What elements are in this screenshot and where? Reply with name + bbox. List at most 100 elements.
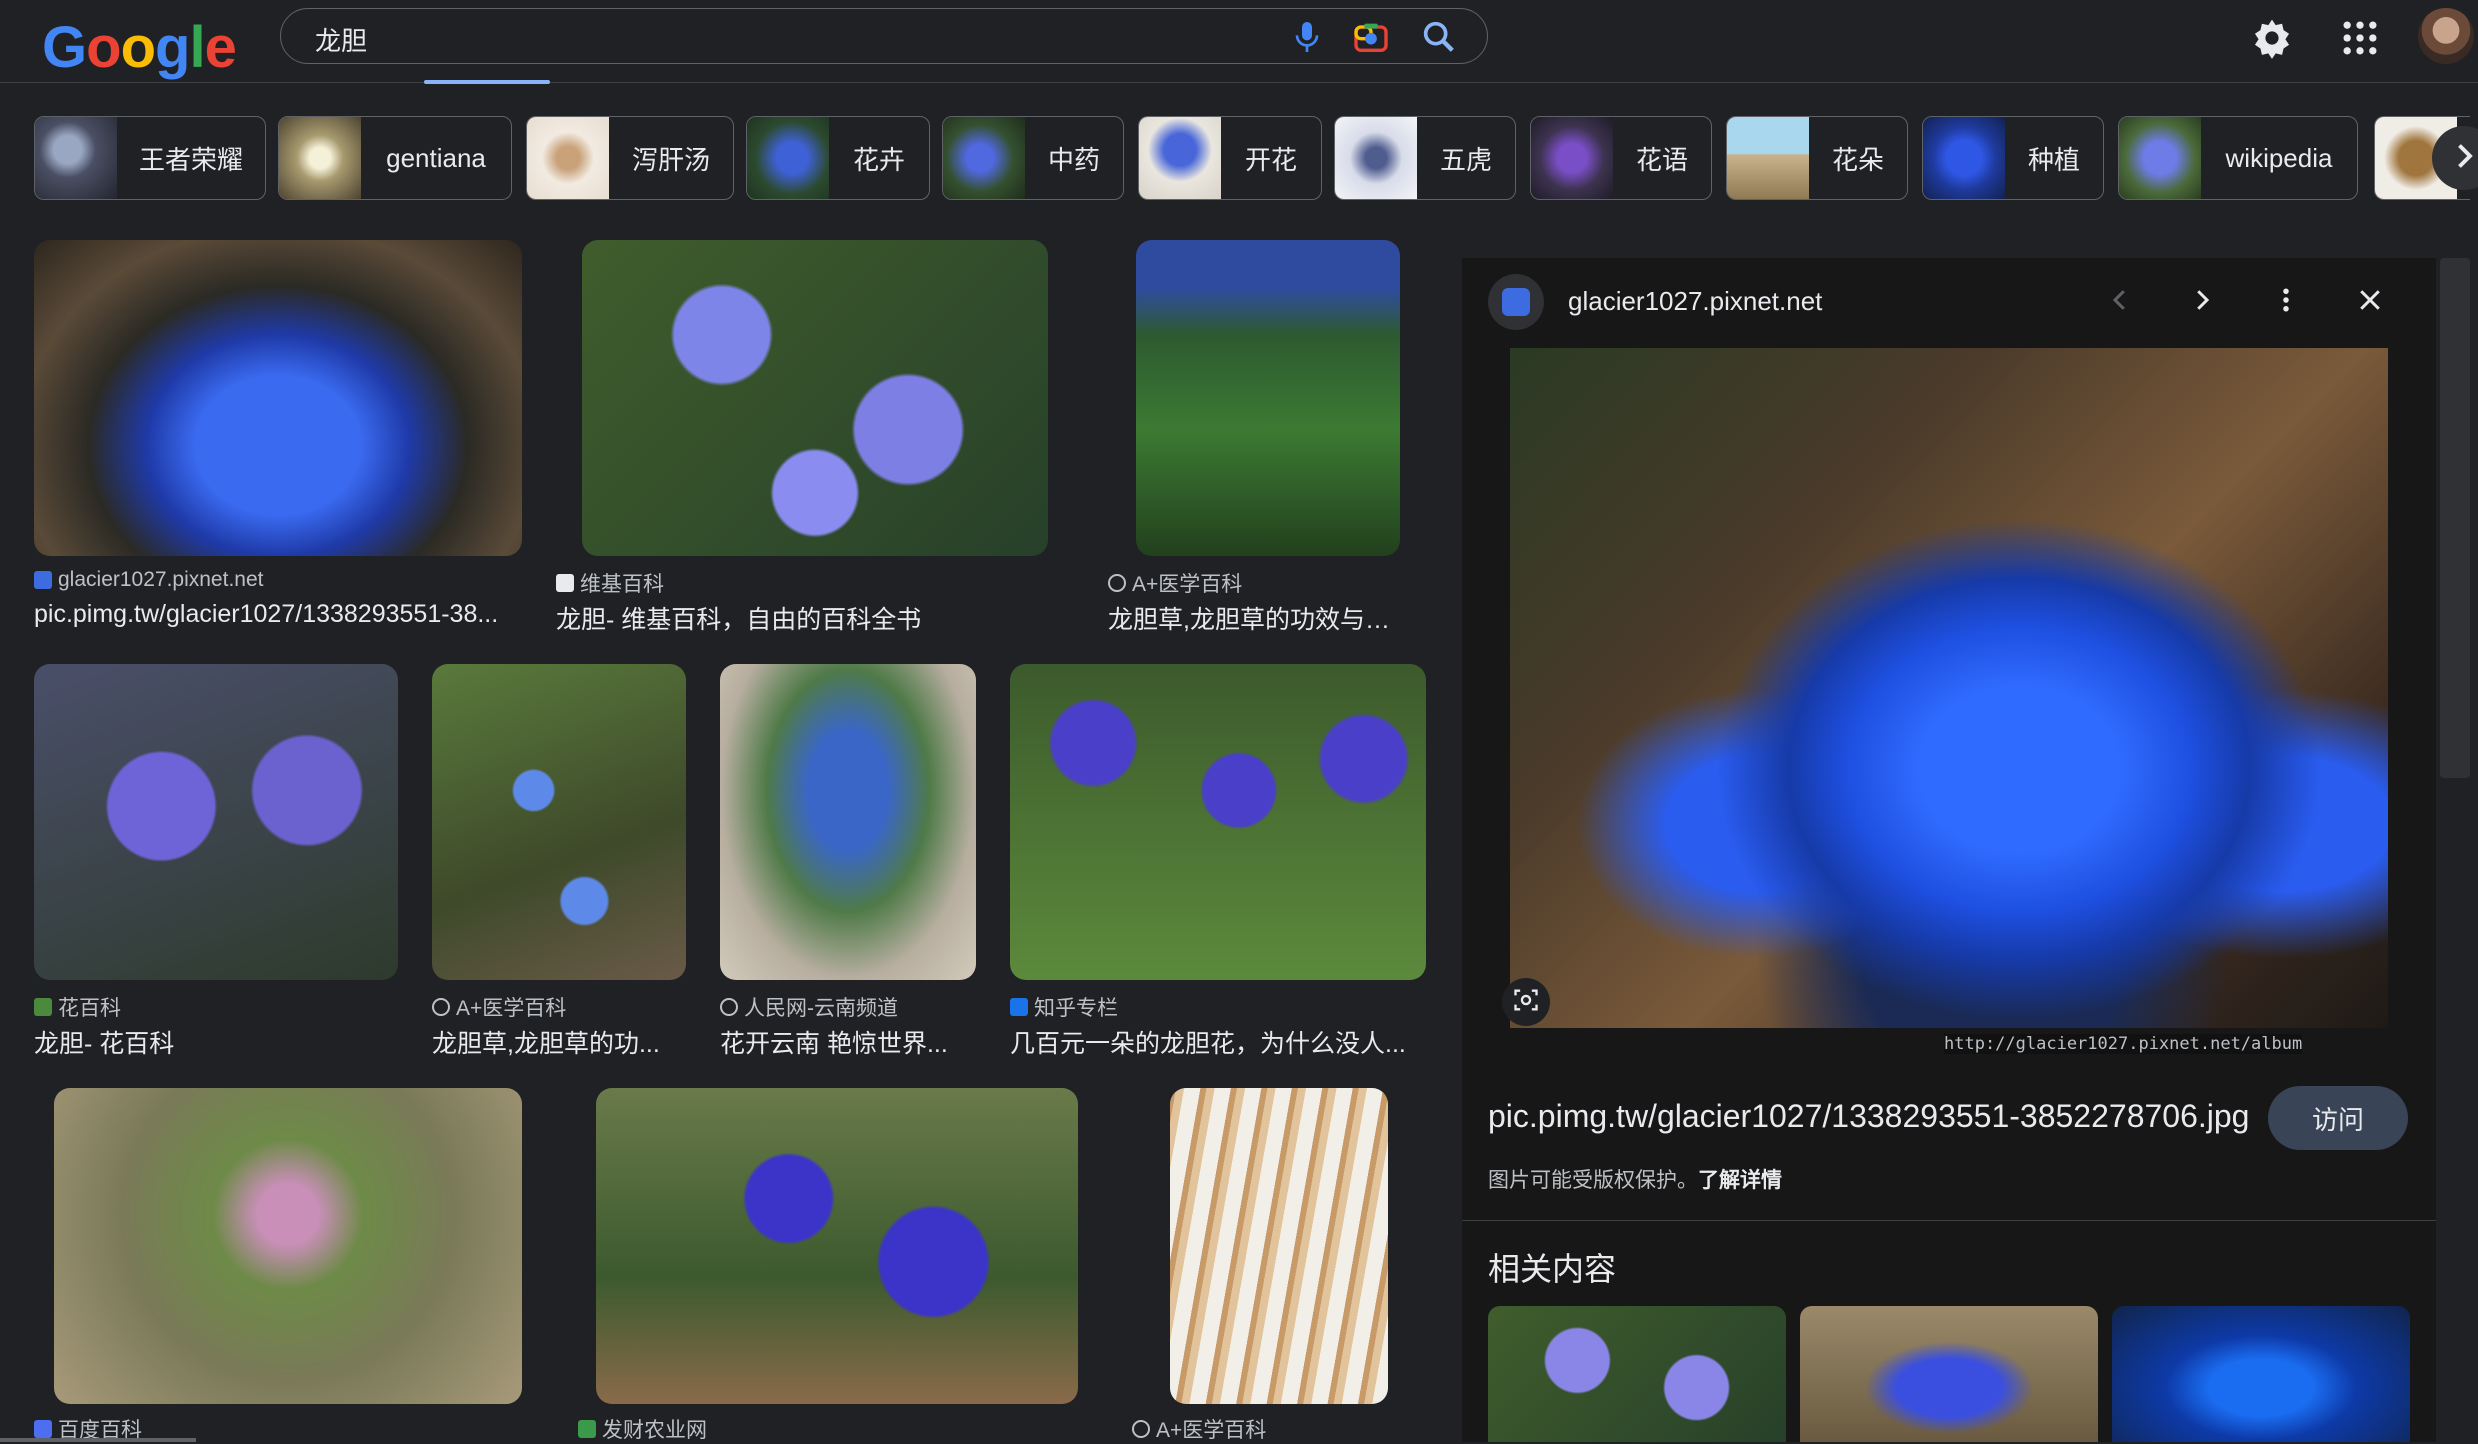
chip-huaduo[interactable]: 花朵 — [1726, 116, 1908, 200]
preview-site-name[interactable]: glacier1027.pixnet.net — [1568, 286, 1822, 317]
search-icon[interactable] — [1419, 17, 1459, 57]
result-source-label: 发财农业网 — [602, 1419, 707, 1442]
next-image-button[interactable] — [2180, 280, 2224, 324]
chip-huahui[interactable]: 花卉 — [746, 116, 930, 200]
chip-label: 五虎 — [1439, 144, 1492, 175]
logo-letter: l — [189, 15, 205, 80]
result-title[interactable]: 龙胆- 花百科 — [34, 1024, 394, 1060]
site-favicon-icon — [720, 998, 738, 1016]
chip-wikipedia[interactable]: wikipedia — [2118, 116, 2358, 200]
result-image[interactable] — [1170, 1088, 1388, 1404]
result-image[interactable] — [1136, 240, 1400, 556]
logo-letter: o — [86, 15, 121, 80]
site-favicon-icon — [578, 1420, 596, 1438]
more-options-button[interactable] — [2264, 280, 2308, 324]
result-image[interactable] — [432, 664, 686, 980]
site-favicon — [1488, 274, 1544, 330]
result-source[interactable]: 人民网-云南频道 — [720, 992, 898, 1022]
result-source-label: 维基百科 — [580, 573, 664, 596]
related-image[interactable] — [2112, 1306, 2410, 1442]
chip-label: 种植 — [2027, 144, 2080, 175]
prev-image-button[interactable] — [2098, 280, 2142, 324]
result-source[interactable]: A+医学百科 — [1132, 1414, 1266, 1444]
chip-wuhu[interactable]: 五虎 — [1334, 116, 1516, 200]
related-image[interactable] — [1488, 1306, 1786, 1442]
result-source[interactable]: 维基百科 — [556, 568, 664, 598]
result-image[interactable] — [596, 1088, 1078, 1404]
close-panel-button[interactable] — [2348, 280, 2392, 324]
chip-zhongyao[interactable]: 中药 — [942, 116, 1124, 200]
result-title[interactable]: pic.pimg.tw/glacier1027/1338293551-38... — [34, 600, 524, 629]
site-favicon-icon — [432, 998, 450, 1016]
chip-huayu[interactable]: 花语 — [1530, 116, 1712, 200]
result-image[interactable] — [34, 240, 522, 556]
horizontal-scrollbar[interactable] — [0, 1438, 196, 1442]
visit-button[interactable]: 访问 — [2268, 1086, 2408, 1150]
image-watermark: http://glacier1027.pixnet.net/album — [1944, 1034, 2303, 1054]
chip-label: 花卉 — [852, 144, 905, 175]
chip-thumbnail — [1139, 117, 1221, 199]
related-image[interactable] — [1800, 1306, 2098, 1442]
result-source-label: A+医学百科 — [456, 997, 567, 1020]
chevron-right-icon — [2187, 285, 2217, 320]
lens-search-button[interactable] — [1502, 978, 1550, 1026]
site-favicon-icon — [34, 998, 52, 1016]
result-source[interactable]: A+医学百科 — [432, 992, 566, 1022]
result-title[interactable]: 几百元一朵的龙胆花，为什么没人... — [1010, 1024, 1420, 1060]
result-source[interactable]: A+医学百科 — [1108, 568, 1242, 598]
search-input[interactable]: 龙胆 — [315, 21, 367, 58]
copyright-text: 图片可能受版权保护。 — [1488, 1169, 1698, 1192]
preview-image-url[interactable]: pic.pimg.tw/glacier1027/1338293551-38522… — [1488, 1098, 2249, 1135]
site-favicon-icon — [34, 571, 52, 589]
result-source-label: A+医学百科 — [1156, 1419, 1267, 1442]
chip-thumbnail — [35, 117, 117, 199]
result-source-label: 花百科 — [58, 997, 121, 1020]
result-source-label: 人民网-云南频道 — [744, 997, 898, 1020]
result-source[interactable]: glacier1027.pixnet.net — [34, 568, 263, 592]
close-icon — [2355, 285, 2385, 320]
result-image[interactable] — [720, 664, 976, 980]
search-box[interactable]: 龙胆 — [280, 8, 1488, 64]
result-title[interactable]: 花开云南 艳惊世界... — [720, 1024, 976, 1060]
gear-icon[interactable] — [2250, 16, 2294, 60]
chip-wangzherongyao[interactable]: 王者荣耀 — [34, 116, 266, 200]
result-image[interactable] — [1010, 664, 1426, 980]
learn-more-link[interactable]: 了解详情 — [1698, 1169, 1782, 1192]
logo-letter: g — [155, 15, 190, 80]
chip-thumbnail — [527, 117, 609, 199]
wikipedia-icon — [556, 574, 574, 592]
panel-scrollbar[interactable] — [2440, 258, 2470, 778]
result-title[interactable]: 龙胆- 维基百科，自由的百科全书 — [556, 600, 1056, 636]
chip-zhongzhi[interactable]: 种植 — [1922, 116, 2104, 200]
chip-gentiana[interactable]: gentiana — [278, 116, 512, 200]
result-image[interactable] — [54, 1088, 522, 1404]
avatar[interactable] — [2418, 8, 2474, 64]
result-source[interactable]: 知乎专栏 — [1010, 992, 1118, 1022]
result-image[interactable] — [582, 240, 1048, 556]
chip-label: 泻肝汤 — [631, 144, 710, 175]
images-tab-indicator — [424, 80, 550, 84]
panel-divider — [1462, 1220, 2436, 1221]
result-image[interactable] — [34, 664, 398, 980]
mic-icon[interactable] — [1287, 17, 1327, 57]
chip-kaihua[interactable]: 开花 — [1138, 116, 1322, 200]
result-source[interactable]: 花百科 — [34, 992, 121, 1022]
chip-xieganyang[interactable]: 泻肝汤 — [526, 116, 734, 200]
chip-thumbnail — [1727, 117, 1809, 199]
related-heading: 相关内容 — [1488, 1251, 1617, 1287]
result-title[interactable]: 龙胆草,龙胆草的功... — [432, 1024, 688, 1060]
chip-label: 花语 — [1635, 144, 1688, 175]
result-title[interactable]: 龙胆草,龙胆草的功效与作... — [1108, 600, 1408, 636]
chip-label: 王者荣耀 — [138, 144, 243, 175]
chip-label: 开花 — [1244, 144, 1297, 175]
header-divider — [0, 82, 2478, 83]
camera-icon[interactable] — [1351, 17, 1391, 57]
chip-label: gentiana — [386, 142, 486, 173]
logo-letter: G — [42, 15, 87, 80]
result-source[interactable]: 发财农业网 — [578, 1414, 707, 1444]
lens-icon — [1512, 986, 1540, 1019]
google-logo[interactable]: Google — [42, 14, 237, 81]
more-vert-icon — [2271, 285, 2301, 320]
apps-icon[interactable] — [2338, 16, 2382, 60]
preview-image[interactable]: http://glacier1027.pixnet.net/album — [1460, 348, 2388, 1058]
